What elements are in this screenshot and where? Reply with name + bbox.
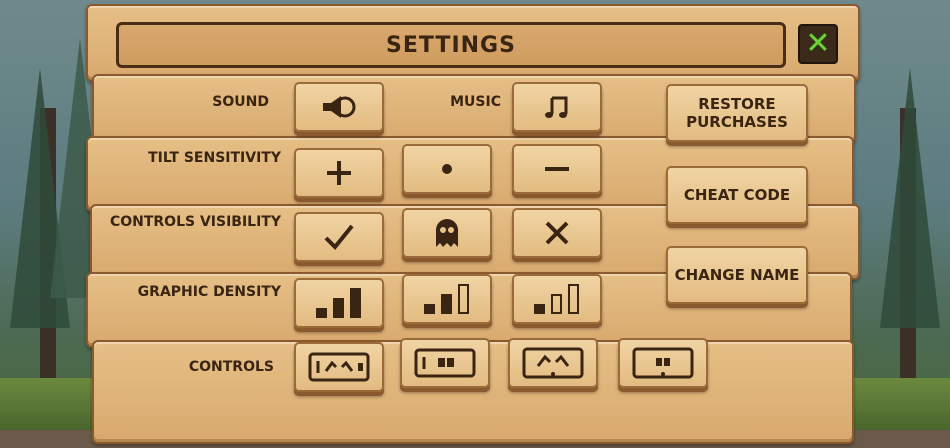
- controls-ghost-button[interactable]: [402, 208, 492, 258]
- dot-icon: [442, 164, 452, 174]
- minus-icon: [545, 167, 569, 171]
- graphics-high-button[interactable]: [294, 278, 384, 328]
- page-title: SETTINGS: [116, 22, 786, 68]
- settings-board: SETTINGS ✕ SOUND MUSIC TILT SENSITIVITY …: [86, 4, 860, 444]
- music-toggle-button[interactable]: [512, 82, 602, 132]
- tilt-sensitivity-label: TILT SENSITIVITY: [148, 150, 281, 166]
- graphic-density-label: GRAPHIC DENSITY: [137, 284, 281, 300]
- density-medium-icon: [424, 284, 469, 314]
- tablet-tilt-icon: [522, 347, 584, 379]
- close-icon: ✕: [805, 26, 831, 61]
- controls-visible-button[interactable]: [294, 212, 384, 262]
- controls-hidden-button[interactable]: [512, 208, 602, 258]
- close-button[interactable]: ✕: [798, 24, 838, 64]
- phone-tilt-buttons-icon: [308, 352, 370, 382]
- checkmark-icon: [324, 224, 354, 250]
- restore-purchases-button[interactable]: RESTORE PURCHASES: [666, 84, 808, 142]
- controls-tilt-button[interactable]: [508, 338, 598, 388]
- sound-toggle-button[interactable]: [294, 82, 384, 132]
- density-high-icon: [316, 288, 361, 318]
- speaker-icon: [323, 96, 356, 118]
- density-low-icon: [534, 284, 579, 314]
- pine-tree: [880, 68, 940, 328]
- plus-icon: [327, 161, 351, 185]
- controls-visibility-label: CONTROLS VISIBILITY: [109, 214, 281, 230]
- tilt-medium-button[interactable]: [402, 144, 492, 194]
- tilt-increase-button[interactable]: [294, 148, 384, 198]
- music-note-icon: [545, 96, 568, 118]
- change-name-button[interactable]: CHANGE NAME: [666, 246, 808, 304]
- tilt-decrease-button[interactable]: [512, 144, 602, 194]
- ghost-icon: [436, 219, 458, 247]
- x-icon: [545, 221, 569, 245]
- cheat-code-button[interactable]: CHEAT CODE: [666, 166, 808, 224]
- controls-tablet-buttons-button[interactable]: [618, 338, 708, 388]
- graphics-medium-button[interactable]: [402, 274, 492, 324]
- tablet-buttons-icon: [632, 347, 694, 379]
- phone-buttons-icon: [414, 348, 476, 378]
- controls-label: CONTROLS: [188, 359, 274, 375]
- controls-buttons-button[interactable]: [400, 338, 490, 388]
- graphics-low-button[interactable]: [512, 274, 602, 324]
- sound-label: SOUND: [212, 94, 269, 110]
- controls-tilt-buttons-button[interactable]: [294, 342, 384, 392]
